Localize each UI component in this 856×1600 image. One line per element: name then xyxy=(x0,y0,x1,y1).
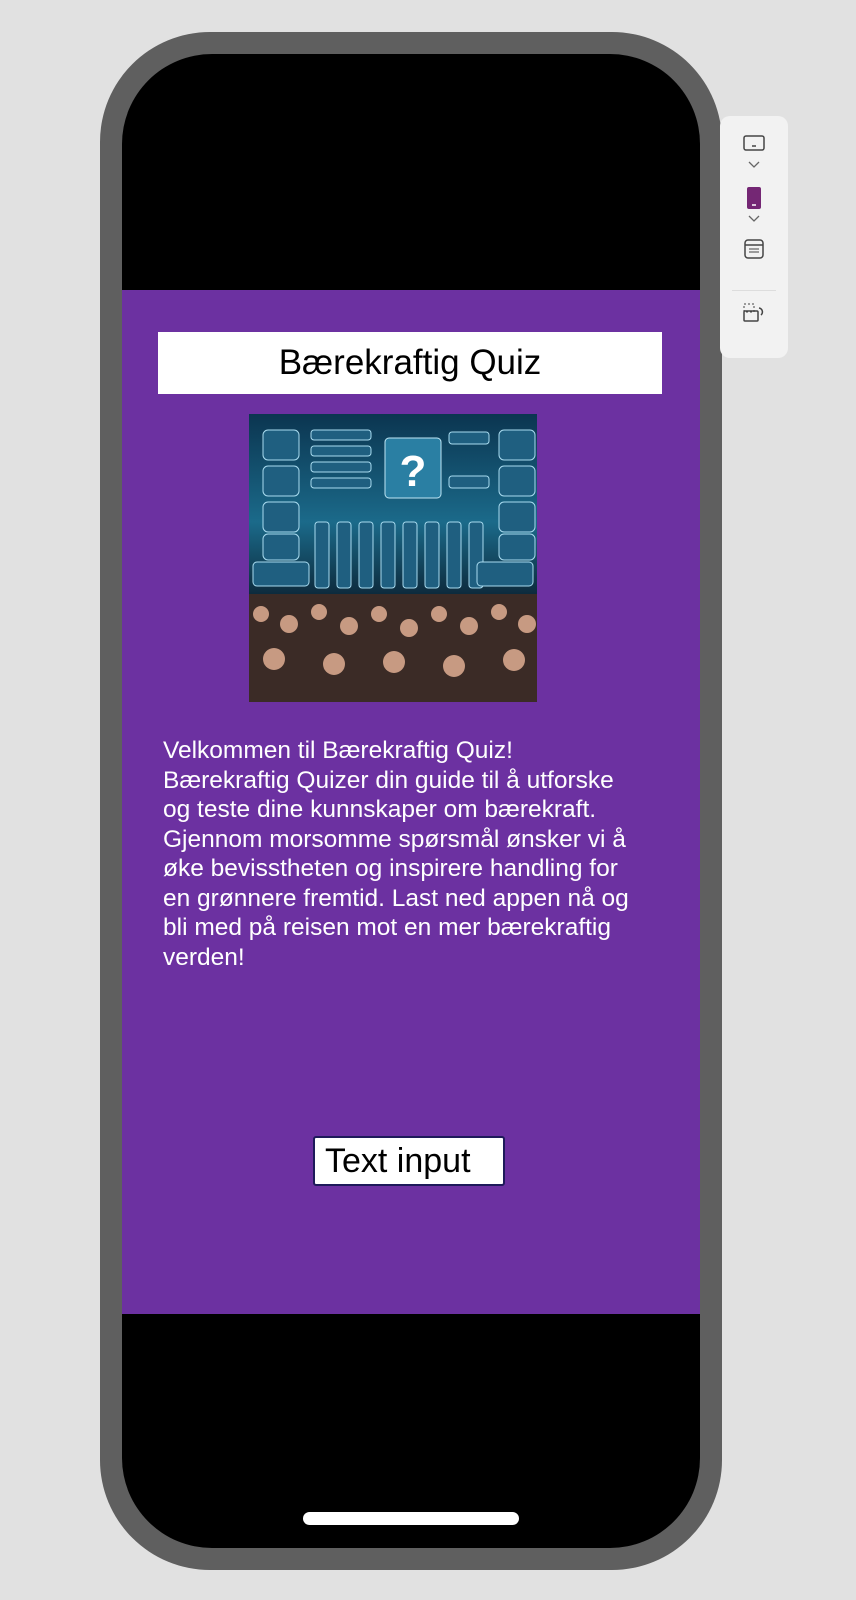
rotate-icon xyxy=(743,303,764,322)
welcome-line: Gjennom morsomme spørsmål ønsker vi å xyxy=(163,825,626,853)
tablet-button[interactable] xyxy=(720,134,788,154)
phone-options-button[interactable] xyxy=(720,214,788,224)
web-layout-button[interactable] xyxy=(720,238,788,260)
svg-text:?: ? xyxy=(400,447,427,496)
phone-frame: Bærekraftig Quiz ? Velkommen til Bærekra… xyxy=(100,32,722,1570)
welcome-line: øke bevisstheten og inspirere handling f… xyxy=(163,855,618,882)
welcome-line: en grønnere fremtid. Last ned appen nå o… xyxy=(163,884,629,912)
welcome-line: Bærekraftig Quizer din guide til å utfor… xyxy=(163,766,614,794)
tablet-options-button[interactable] xyxy=(720,160,788,170)
app-screen: Bærekraftig Quiz ? Velkommen til Bærekra… xyxy=(122,290,700,1314)
welcome-line: bli med på reisen mot en mer bærekraftig xyxy=(163,914,611,941)
hero-image: ? xyxy=(249,414,537,702)
tablet-icon xyxy=(743,135,765,151)
welcome-line: Velkommen til Bærekraftig Quiz! xyxy=(163,737,513,764)
page-title: Bærekraftig Quiz xyxy=(158,332,662,394)
chevron-down-icon xyxy=(748,161,760,168)
phone-screen: Bærekraftig Quiz ? Velkommen til Bærekra… xyxy=(122,54,700,1548)
home-indicator[interactable] xyxy=(303,1512,519,1525)
rotate-button[interactable] xyxy=(720,302,788,324)
welcome-line: verden! xyxy=(163,943,245,971)
text-input[interactable]: Text input xyxy=(313,1136,505,1186)
device-toolbar xyxy=(720,116,788,358)
phone-icon xyxy=(747,187,761,209)
chevron-down-icon xyxy=(748,215,760,222)
toolbar-divider xyxy=(732,290,776,291)
web-layout-icon xyxy=(744,239,764,259)
welcome-line: og teste dine kunnskaper om bærekraft. xyxy=(163,796,597,823)
phone-button[interactable] xyxy=(720,186,788,210)
welcome-text: Velkommen til Bærekraftig Quiz! Bærekraf… xyxy=(163,736,663,972)
